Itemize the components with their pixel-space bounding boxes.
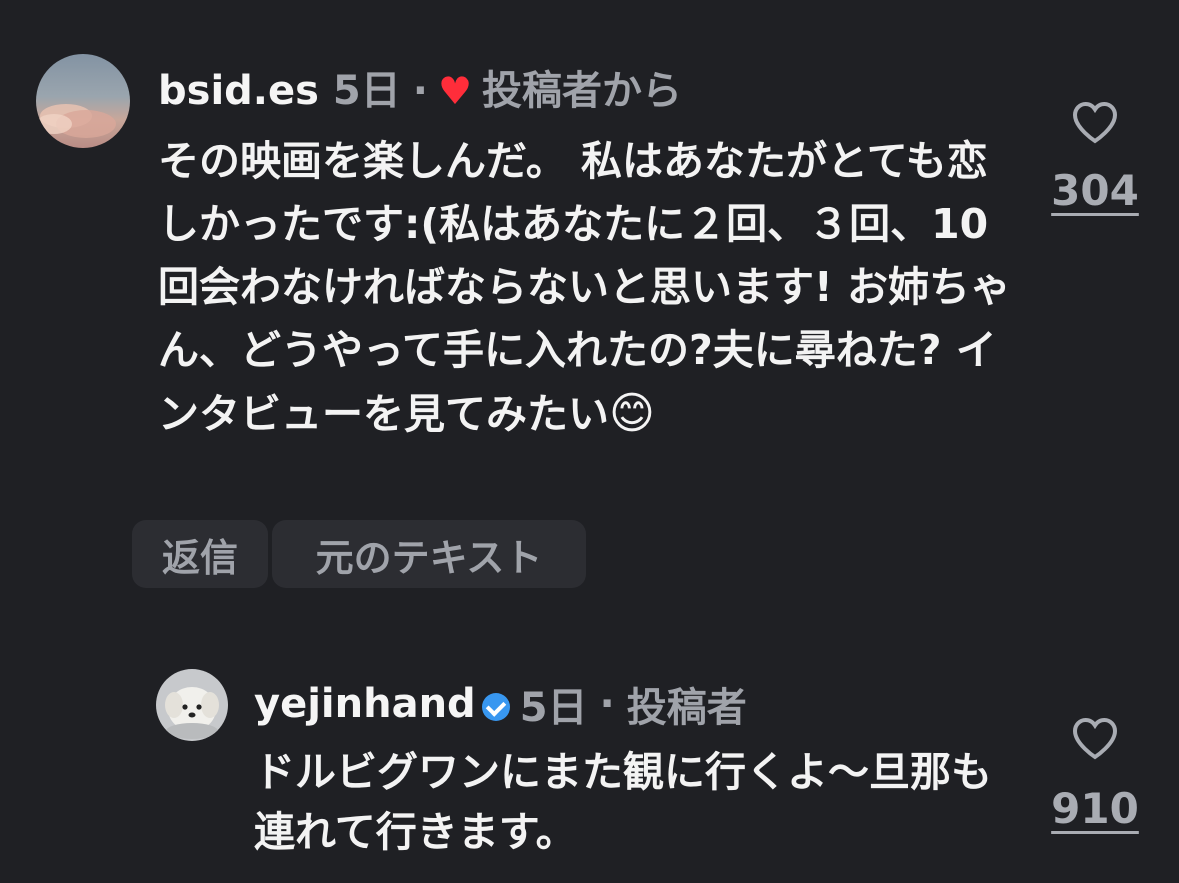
- heart-outline-icon[interactable]: [1071, 716, 1119, 760]
- comment-age: 5日: [519, 685, 588, 731]
- avatar-dog-image: [165, 687, 219, 739]
- author-label: 投稿者: [626, 685, 747, 731]
- verified-badge-icon: [481, 693, 510, 721]
- comment-text: その映画を楽しんだ。 私はあなたがとても恋しかったです:(私はあなたに２回、３回…: [158, 130, 1018, 446]
- like-count[interactable]: 910: [1051, 784, 1139, 833]
- separator: ·: [412, 68, 428, 114]
- like-control: 910: [1040, 716, 1150, 833]
- heart-outline-icon[interactable]: [1071, 100, 1119, 144]
- comment-header: bsid.es 5日 · ♥ 投稿者から: [158, 58, 682, 116]
- username[interactable]: bsid.es: [158, 68, 319, 114]
- original-text-button[interactable]: 元のテキスト: [272, 520, 586, 588]
- smiling-face-emoji: 😊: [609, 388, 655, 439]
- reply-header: yejinhand 5日 · 投稿者: [254, 675, 747, 733]
- avatar[interactable]: [36, 54, 130, 148]
- comment-age: 5日: [332, 68, 401, 114]
- username[interactable]: yejinhand: [254, 681, 476, 727]
- separator: ·: [599, 681, 615, 727]
- heart-icon: ♥: [437, 69, 473, 113]
- like-control: 304: [1040, 100, 1150, 215]
- like-count[interactable]: 304: [1051, 166, 1139, 215]
- avatar[interactable]: [156, 669, 228, 741]
- reply-text: ドルビグワンにまた観に行くよ〜旦那も連れて行きます。: [254, 748, 992, 856]
- reply-button[interactable]: 返信: [132, 520, 268, 588]
- avatar-cloud-image: [36, 104, 116, 138]
- author-liked-label: 投稿者から: [482, 68, 683, 114]
- comment-body: その映画を楽しんだ。 私はあなたがとても恋しかったです:(私はあなたに２回、３回…: [158, 137, 1011, 438]
